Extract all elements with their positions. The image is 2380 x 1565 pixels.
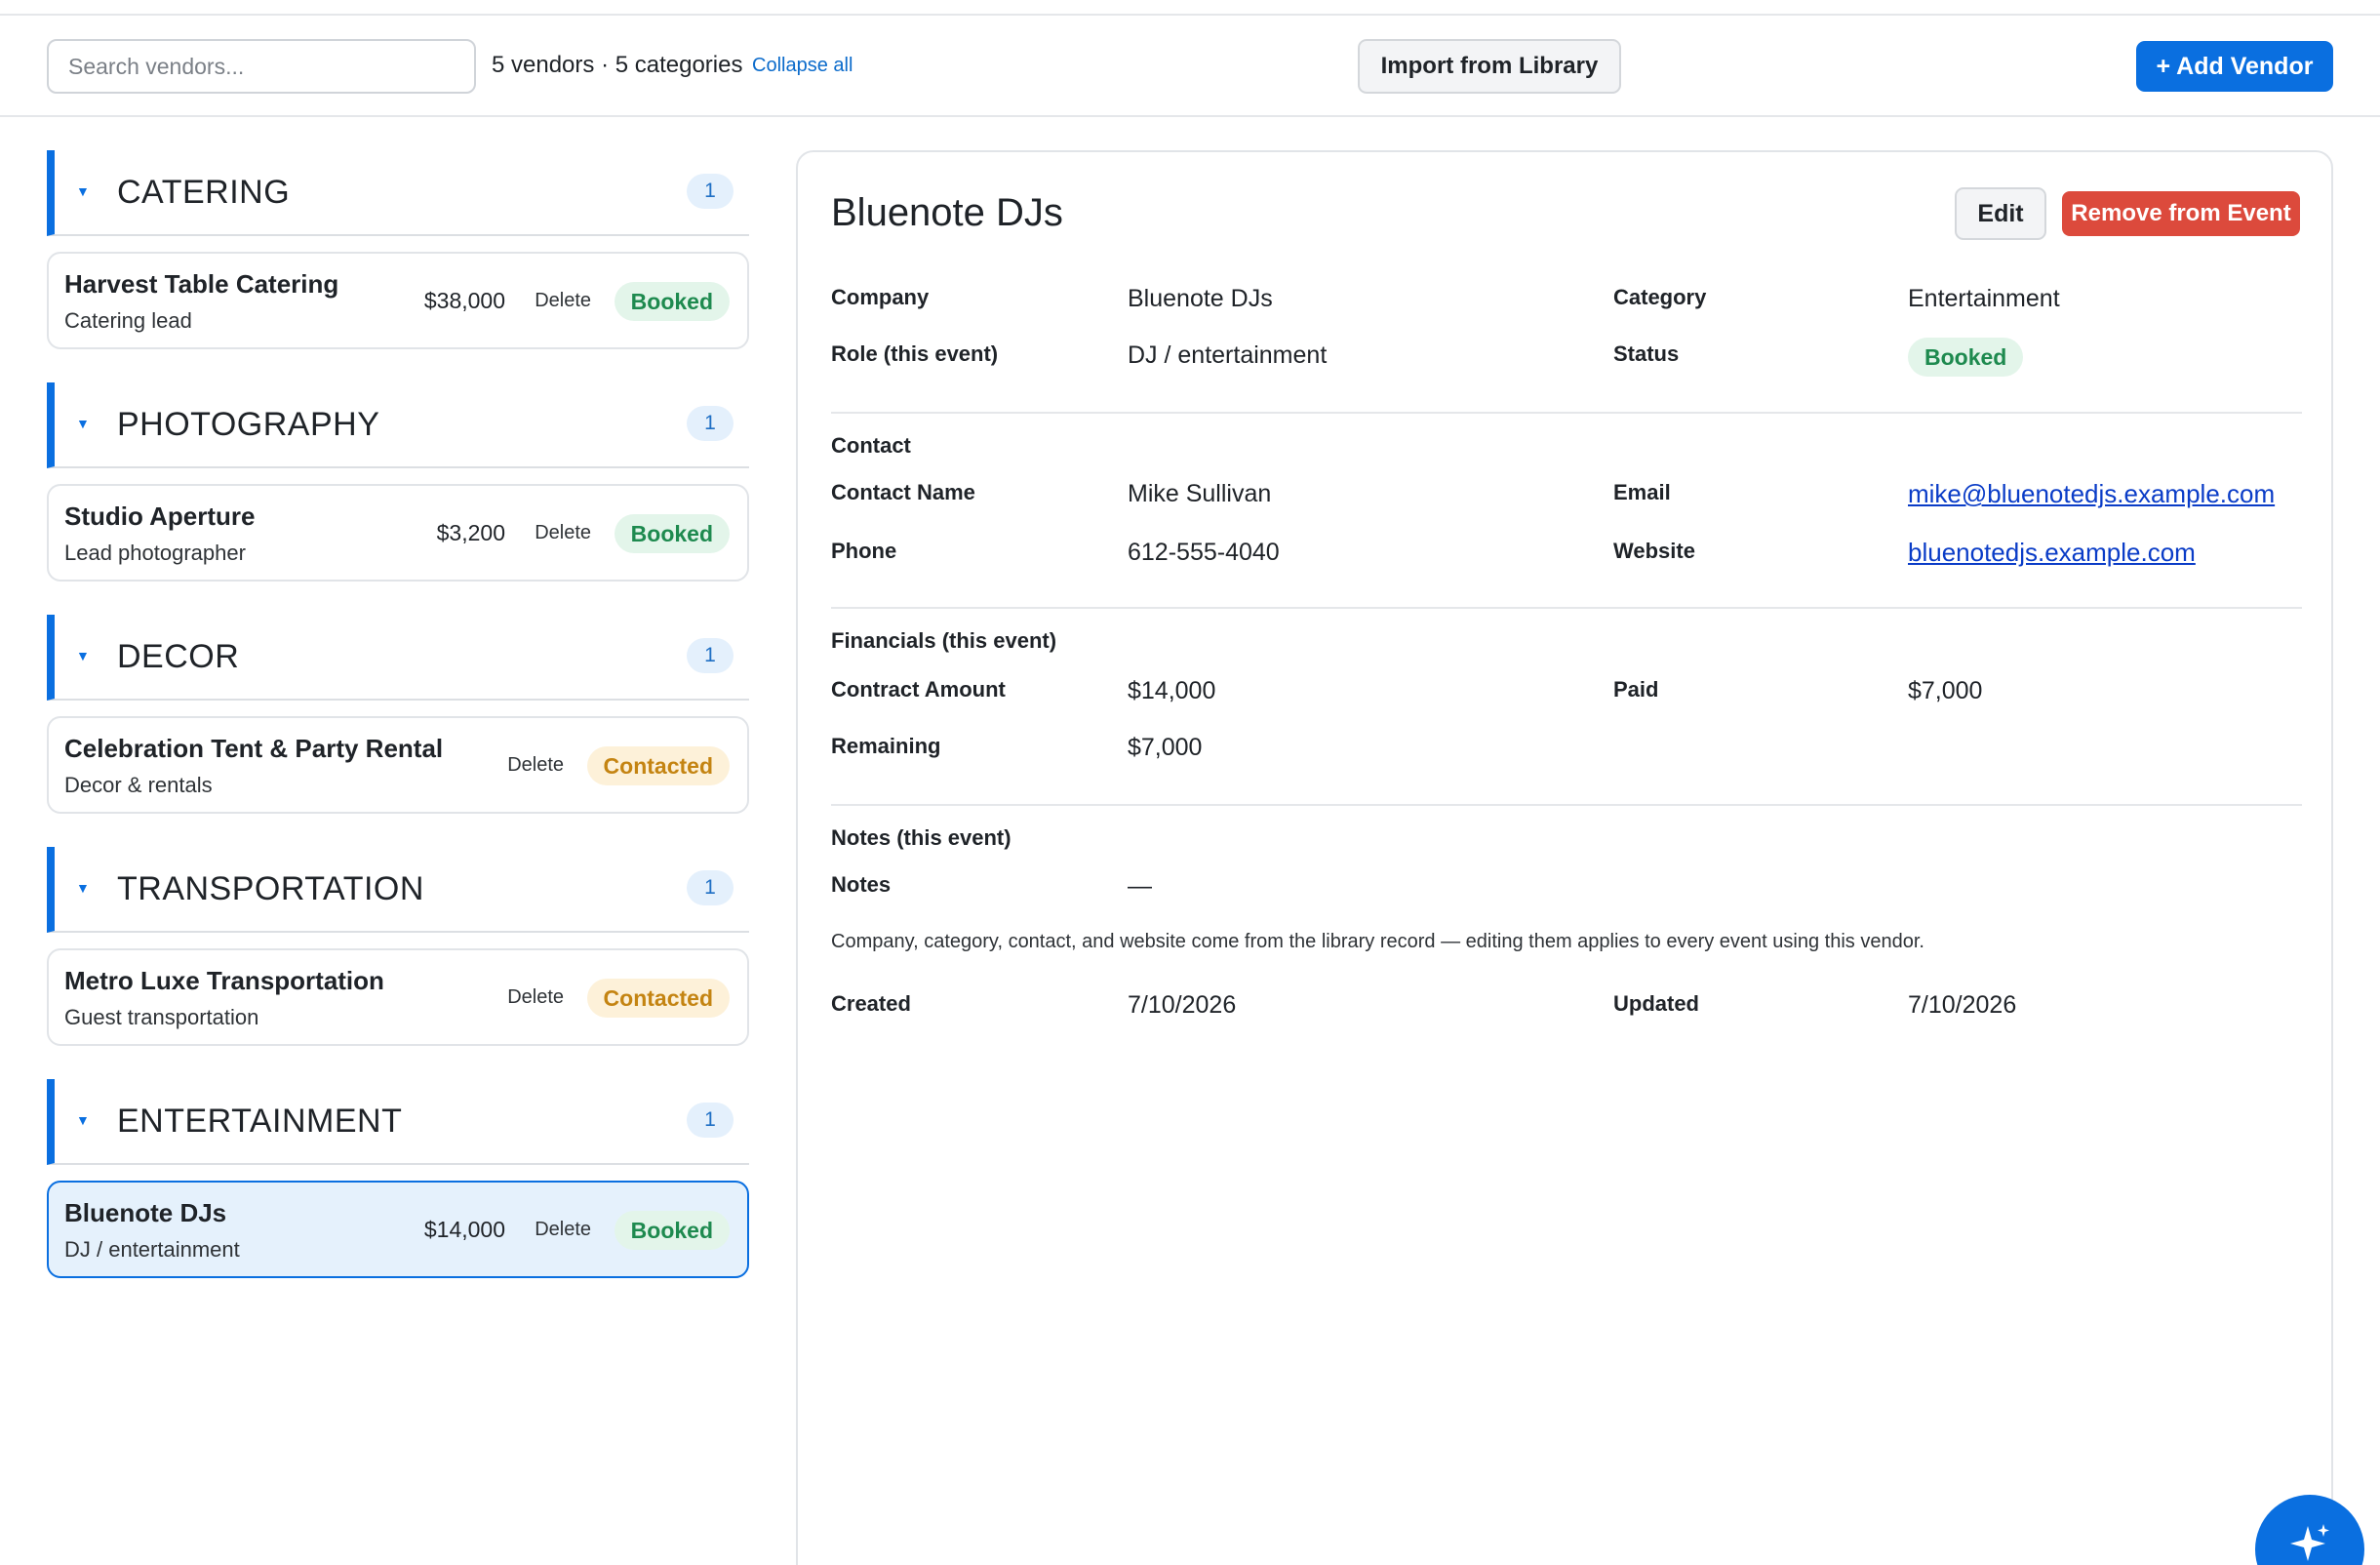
group-header-decor[interactable]: ▼ DECOR 1 [47, 615, 749, 701]
vendor-name: Harvest Table Catering [64, 269, 339, 299]
count-badge: 1 [687, 406, 734, 441]
delete-button[interactable]: Delete [535, 522, 591, 544]
notes-label: Notes [831, 872, 892, 897]
edit-button[interactable]: Edit [1955, 187, 2046, 240]
remove-from-event-button[interactable]: Remove from Event [2062, 191, 2300, 236]
company-value: Bluenote DJs [1128, 285, 1273, 312]
vendor-summary: 5 vendors · 5 categories [492, 52, 743, 78]
category-value: Entertainment [1908, 285, 2060, 312]
vendor-card-metro-luxe[interactable]: Metro Luxe Transportation Guest transpor… [47, 948, 749, 1046]
role-value: DJ / entertainment [1128, 341, 1328, 369]
vendor-name: Celebration Tent & Party Rental [64, 734, 444, 763]
updated-value: 7/10/2026 [1908, 991, 2017, 1019]
website-label: Website [1613, 539, 1695, 563]
vendor-amount: $3,200 [436, 520, 505, 545]
add-vendor-button[interactable]: + Add Vendor [2136, 41, 2333, 92]
vendor-role: Decor & rentals [64, 773, 213, 797]
count-badge: 1 [687, 870, 734, 905]
vendor-name: Bluenote DJs [64, 1198, 227, 1227]
contract-amount-label: Contract Amount [831, 677, 1006, 702]
vendor-card-bluenote-djs[interactable]: Bluenote DJs DJ / entertainment $14,000 … [47, 1181, 749, 1278]
count-badge: 1 [687, 1103, 734, 1138]
phone-value: 612-555-4040 [1128, 539, 1280, 566]
vendor-name: Metro Luxe Transportation [64, 966, 384, 995]
sparkle-icon [2290, 1524, 2329, 1561]
section-divider [831, 804, 2302, 806]
email-label: Email [1613, 480, 1671, 504]
count-badge: 1 [687, 174, 734, 209]
delete-button[interactable]: Delete [507, 986, 564, 1009]
delete-button[interactable]: Delete [535, 290, 591, 312]
role-label: Role (this event) [831, 341, 999, 366]
section-divider [831, 412, 2302, 414]
group-name: DECOR [117, 638, 240, 675]
import-from-library-button[interactable]: Import from Library [1358, 39, 1621, 94]
vendor-role: Lead photographer [64, 541, 246, 565]
collapse-all-link[interactable]: Collapse all [752, 55, 853, 77]
created-value: 7/10/2026 [1128, 991, 1237, 1019]
toolbar: 5 vendors · 5 categories Collapse all Im… [0, 16, 2380, 117]
status-badge: Booked [614, 1211, 730, 1250]
status-badge: Booked [614, 282, 730, 321]
vendor-amount: $38,000 [423, 288, 505, 313]
phone-label: Phone [831, 539, 897, 563]
paid-label: Paid [1613, 677, 1659, 702]
section-divider [831, 607, 2302, 609]
caret-down-icon: ▼ [76, 183, 90, 199]
vendor-role: Guest transportation [64, 1005, 259, 1029]
website-link[interactable]: bluenotedjs.example.com [1908, 538, 2196, 568]
caret-down-icon: ▼ [76, 648, 90, 663]
notes-value: — [1128, 872, 1152, 900]
detail-title: Bluenote DJs [831, 191, 1063, 234]
library-record-note: Company, category, contact, and website … [831, 931, 1924, 952]
company-label: Company [831, 285, 930, 309]
caret-down-icon: ▼ [76, 880, 90, 896]
vendor-amount: $14,000 [423, 1217, 505, 1242]
search-input[interactable] [47, 39, 476, 94]
group-header-entertainment[interactable]: ▼ ENTERTAINMENT 1 [47, 1079, 749, 1165]
financials-section-title: Financials (this event) [831, 628, 1057, 653]
vendor-role: Catering lead [64, 308, 192, 333]
vendor-card-harvest-table-catering[interactable]: Harvest Table Catering Catering lead $38… [47, 252, 749, 349]
updated-label: Updated [1613, 991, 1699, 1016]
group-name: CATERING [117, 174, 291, 211]
caret-down-icon: ▼ [76, 1112, 90, 1128]
vendor-name: Studio Aperture [64, 502, 256, 531]
status-label: Status [1613, 341, 1680, 366]
group-name: PHOTOGRAPHY [117, 406, 380, 443]
contact-section-title: Contact [831, 433, 911, 458]
vendor-card-celebration-tent[interactable]: Celebration Tent & Party Rental Decor & … [47, 716, 749, 814]
vendor-role: DJ / entertainment [64, 1237, 240, 1262]
status-badge: Contacted [586, 979, 730, 1018]
group-header-transportation[interactable]: ▼ TRANSPORTATION 1 [47, 847, 749, 933]
status-badge: Booked [614, 514, 730, 553]
notes-section-title: Notes (this event) [831, 825, 1012, 850]
group-name: TRANSPORTATION [117, 870, 424, 907]
count-badge: 1 [687, 638, 734, 673]
group-name: ENTERTAINMENT [117, 1103, 403, 1140]
group-header-photography[interactable]: ▼ PHOTOGRAPHY 1 [47, 382, 749, 468]
delete-button[interactable]: Delete [535, 1219, 591, 1241]
status-badge: Booked [1908, 338, 2024, 377]
contact-name-value: Mike Sullivan [1128, 480, 1272, 507]
paid-value: $7,000 [1908, 677, 1983, 704]
group-header-catering[interactable]: ▼ CATERING 1 [47, 150, 749, 236]
created-label: Created [831, 991, 911, 1016]
category-label: Category [1613, 285, 1707, 309]
remaining-label: Remaining [831, 734, 941, 758]
remaining-value: $7,000 [1128, 734, 1203, 761]
delete-button[interactable]: Delete [507, 754, 564, 777]
vendor-card-studio-aperture[interactable]: Studio Aperture Lead photographer $3,200… [47, 484, 749, 582]
contact-name-label: Contact Name [831, 480, 975, 504]
caret-down-icon: ▼ [76, 416, 90, 431]
status-badge: Contacted [586, 746, 730, 785]
email-link[interactable]: mike@bluenotedjs.example.com [1908, 479, 2275, 509]
contract-amount-value: $14,000 [1128, 677, 1216, 704]
vendor-detail-panel: Bluenote DJs Edit Remove from Event Comp… [796, 150, 2333, 1565]
